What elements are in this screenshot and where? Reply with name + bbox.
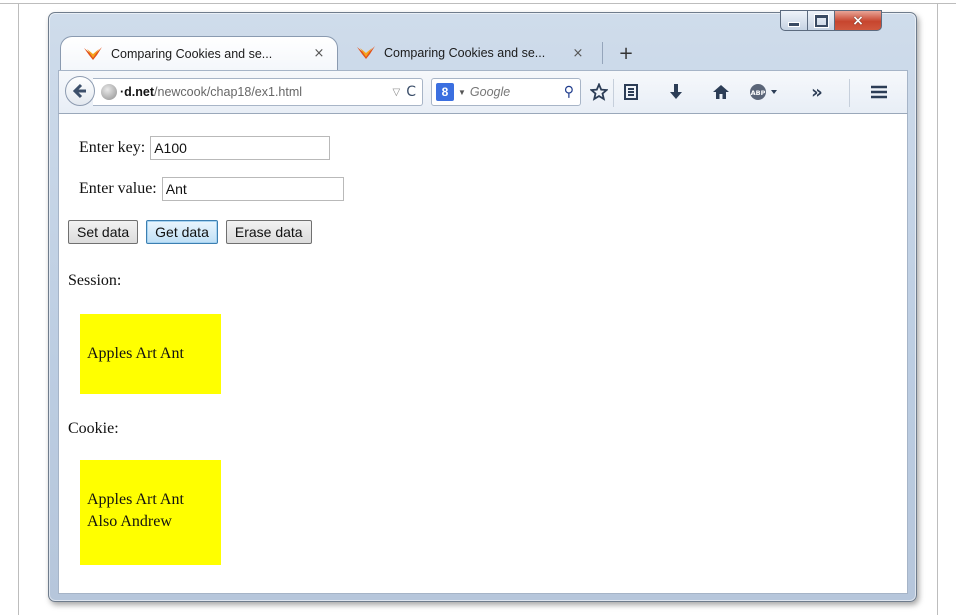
tab-title: Comparing Cookies and se... [111, 46, 273, 61]
back-button[interactable] [65, 76, 95, 106]
new-tab-button[interactable]: + [611, 36, 641, 70]
session-label: Session: [68, 272, 122, 289]
session-output: Apples Art Ant [80, 314, 221, 394]
page-content: Enter key: Enter value: Set data Get dat… [58, 114, 908, 594]
back-arrow-icon [72, 83, 86, 99]
engine-dropdown-icon[interactable]: ▼ [458, 88, 466, 97]
button-row: Set data Get data Erase data [68, 220, 320, 244]
set-data-button[interactable]: Set data [68, 220, 139, 244]
url-bar[interactable]: ·d.net/newcook/chap18/ex1.html ▽ C [93, 78, 423, 106]
toolbar-separator [849, 79, 850, 107]
cookie-label: Cookie: [68, 420, 119, 437]
firefox-favicon-icon [83, 45, 103, 63]
search-engine-icon[interactable]: 8 [436, 83, 454, 101]
key-input[interactable] [150, 136, 331, 160]
maximize-icon [813, 13, 829, 28]
tab-separator [602, 42, 603, 64]
tab-1[interactable]: Comparing Cookies and se... × [60, 36, 338, 70]
navigation-toolbar: ·d.net/newcook/chap18/ex1.html ▽ C 8 ▼ G… [58, 70, 908, 114]
svg-text:ABP: ABP [751, 89, 766, 97]
url-domain: ·d.net [120, 85, 155, 99]
key-row: Enter key: [79, 136, 331, 160]
cookie-line: Apples Art Ant [87, 491, 184, 508]
search-placeholder: Google [469, 85, 511, 99]
download-icon[interactable] [664, 80, 688, 104]
url-text[interactable]: ·d.net/newcook/chap18/ex1.html [120, 85, 387, 99]
value-label: Enter value: [79, 180, 157, 197]
search-bar[interactable]: 8 ▼ Google ⚲ [431, 78, 581, 106]
cookie-output: Apples Art Ant Also Andrew [80, 460, 221, 565]
maximize-button[interactable] [808, 10, 835, 31]
value-input[interactable] [161, 177, 344, 201]
tab-2[interactable]: Comparing Cookies and se... × [334, 36, 596, 70]
close-icon: × [852, 12, 864, 29]
site-identity-icon[interactable] [101, 84, 117, 100]
erase-data-button[interactable]: Erase data [225, 220, 312, 244]
search-icon[interactable]: ⚲ [564, 84, 574, 100]
minimize-button[interactable] [780, 10, 808, 31]
close-window-button[interactable]: × [835, 10, 882, 31]
overflow-icon[interactable]: » [805, 80, 829, 104]
value-row: Enter value: [79, 177, 344, 201]
window-controls: × [780, 10, 882, 32]
bookmark-star-icon[interactable] [587, 80, 611, 104]
outer-frame-left [18, 3, 19, 615]
get-data-button[interactable]: Get data [146, 220, 218, 244]
adblock-icon[interactable]: ABP [749, 80, 785, 104]
reading-list-icon[interactable] [619, 80, 643, 104]
url-history-dropdown-icon[interactable]: ▽ [393, 87, 401, 98]
outer-frame-right [937, 3, 938, 615]
firefox-favicon-icon [356, 44, 376, 62]
cookie-line: Also Andrew [87, 513, 172, 530]
menu-icon[interactable] [867, 80, 891, 104]
session-line: Apples Art Ant [87, 345, 184, 362]
reload-icon[interactable]: C [406, 84, 416, 100]
url-path: /newcook/chap18/ex1.html [154, 85, 303, 99]
toolbar-separator [613, 79, 614, 107]
minimize-icon [788, 22, 800, 27]
tab-close-icon[interactable]: × [311, 46, 327, 61]
tab-strip: Comparing Cookies and se... × Comparing … [60, 34, 641, 70]
tab-title: Comparing Cookies and se... [384, 46, 546, 60]
outer-frame-top [0, 3, 956, 4]
home-icon[interactable] [709, 80, 733, 104]
tab-close-icon[interactable]: × [570, 46, 586, 61]
key-label: Enter key: [79, 139, 146, 156]
